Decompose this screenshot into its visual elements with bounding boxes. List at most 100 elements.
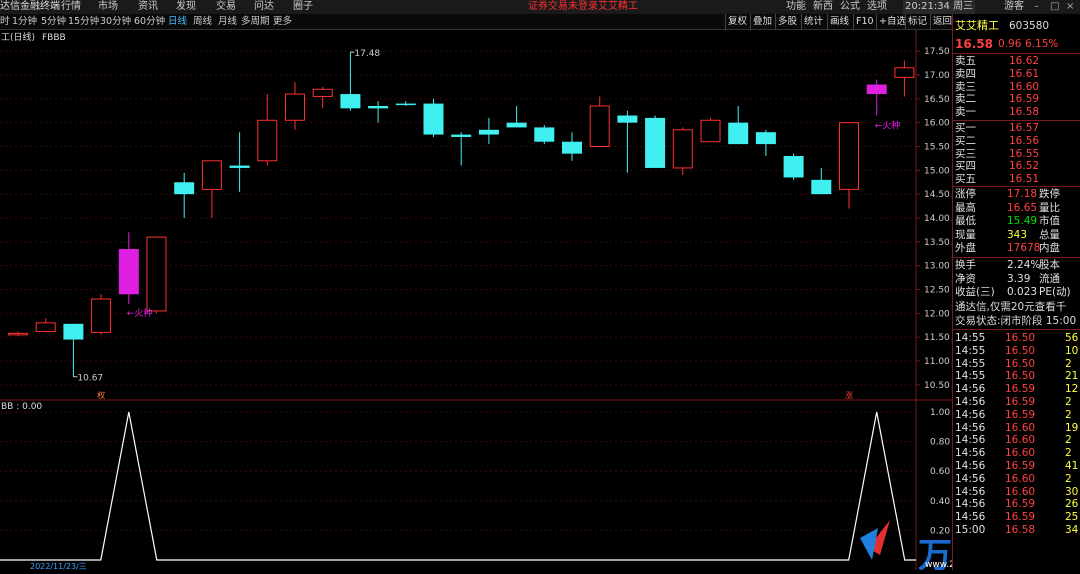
- tick-price: 16.58: [1005, 524, 1036, 536]
- menu-item-faxian[interactable]: 发现: [176, 0, 196, 14]
- candle[interactable]: [617, 110, 638, 173]
- notice-row-1[interactable]: 通达信,仅需20元查看千: [953, 301, 1080, 314]
- tick-row: 14:56 16.60 19: [953, 422, 1080, 435]
- diejia-button[interactable]: 叠加: [750, 14, 774, 30]
- period-1min[interactable]: 1分钟: [12, 14, 37, 30]
- back-button[interactable]: 返回: [930, 14, 954, 30]
- candle-body: [534, 127, 555, 142]
- tick-price: 16.60: [1005, 485, 1036, 498]
- candle[interactable]: [866, 79, 887, 116]
- period-more[interactable]: 更多: [273, 14, 292, 30]
- tick-row: 14:55 16.50 10: [953, 345, 1080, 358]
- tick-row: 14:56 16.59 41: [953, 460, 1080, 473]
- price-tick-label: 17.00: [924, 71, 950, 81]
- candle-body: [672, 129, 693, 169]
- candle[interactable]: [672, 127, 693, 176]
- candle[interactable]: [423, 98, 444, 137]
- user-label[interactable]: 游客: [1004, 0, 1024, 14]
- candle[interactable]: [118, 232, 139, 304]
- maximize-icon[interactable]: □: [1050, 0, 1059, 14]
- f10-button[interactable]: F10: [853, 14, 876, 30]
- period-monthly[interactable]: 月线: [218, 14, 237, 30]
- candles-layer: [8, 52, 915, 377]
- menu-item-gongneng[interactable]: 功能: [786, 0, 806, 14]
- tick-volume: 41: [1065, 460, 1079, 472]
- candle[interactable]: [174, 172, 195, 218]
- tongji-button[interactable]: 统计: [801, 14, 825, 30]
- candle[interactable]: [728, 105, 749, 145]
- huaxian-button[interactable]: 画线: [827, 14, 851, 30]
- menu-item-xuanxiang[interactable]: 选项: [867, 0, 887, 14]
- stat-row: 最高 16.65 量比: [953, 202, 1080, 215]
- menu-item-xinxi[interactable]: 新西: [813, 0, 833, 14]
- period-weekly[interactable]: 周线: [193, 14, 212, 30]
- candle[interactable]: [368, 101, 389, 123]
- candle-body: [451, 134, 472, 137]
- marker-quan[interactable]: 权: [97, 390, 105, 400]
- period-15min[interactable]: 15分钟: [68, 14, 99, 30]
- duogu-button[interactable]: 多股: [775, 14, 799, 30]
- tick-time: 14:55: [955, 332, 986, 344]
- candle[interactable]: [201, 160, 222, 218]
- candle-body: [257, 119, 278, 162]
- tick-price: 16.60: [1005, 472, 1036, 485]
- candle[interactable]: [562, 132, 582, 161]
- period-30min[interactable]: 30分钟: [100, 14, 131, 30]
- menu-item-quanzi[interactable]: 圈子: [293, 0, 313, 14]
- candle[interactable]: [35, 318, 56, 333]
- candle[interactable]: [783, 153, 804, 180]
- price-tick-label: 11.50: [924, 333, 950, 343]
- candle[interactable]: [229, 132, 250, 192]
- menu-item-wenda[interactable]: 问达: [254, 0, 274, 14]
- close-icon[interactable]: ×: [1066, 0, 1074, 14]
- login-notice[interactable]: 证券交易未登录: [528, 0, 598, 14]
- candle[interactable]: [700, 117, 721, 143]
- tick-price: 16.59: [1005, 498, 1036, 511]
- candle-body: [285, 93, 305, 121]
- fuquan-button[interactable]: 复权: [725, 14, 749, 30]
- period-daily[interactable]: 日线: [168, 14, 187, 30]
- candle[interactable]: [811, 167, 832, 195]
- candle[interactable]: [146, 236, 167, 314]
- ask-level-label: 卖一: [955, 106, 976, 119]
- tick-price: 16.60: [1005, 434, 1036, 447]
- candle-body: [229, 165, 250, 168]
- tick-price: 16.60: [1005, 447, 1036, 460]
- divider: [953, 120, 1080, 121]
- menu-item-zixun[interactable]: 资讯: [138, 0, 158, 14]
- candle[interactable]: [395, 101, 416, 106]
- menu-item-hangqing[interactable]: 行情: [61, 0, 81, 14]
- menu-item-shichang[interactable]: 市场: [98, 0, 118, 14]
- candle[interactable]: [8, 331, 28, 337]
- candle[interactable]: [478, 117, 499, 145]
- candle[interactable]: [755, 129, 776, 157]
- kline-chart[interactable]: 工(日线) FBBB BB : 0.00 17.50 17.00 16.50 16.0…: [0, 30, 1020, 574]
- candle[interactable]: [451, 132, 472, 166]
- candle[interactable]: [312, 86, 333, 109]
- candle[interactable]: [534, 125, 555, 145]
- tick-volume: 34: [1065, 524, 1079, 536]
- candle-body: [894, 67, 915, 78]
- candle[interactable]: [839, 122, 859, 209]
- minimize-icon[interactable]: –: [1034, 0, 1039, 14]
- tick-volume: 25: [1065, 511, 1079, 524]
- biaoji-button[interactable]: 标记: [905, 14, 929, 30]
- candle[interactable]: [589, 96, 610, 147]
- candle[interactable]: [506, 105, 527, 128]
- candle[interactable]: [645, 115, 666, 168]
- period-5min[interactable]: 5分钟: [41, 14, 66, 30]
- sub-indicator-layer: [0, 411, 916, 561]
- menu-item-gongshi[interactable]: 公式: [840, 0, 860, 14]
- period-multi[interactable]: 多周期: [241, 14, 270, 30]
- candle[interactable]: [894, 60, 915, 97]
- marker-zhang[interactable]: 涨: [845, 390, 853, 400]
- period-60min[interactable]: 60分钟: [134, 14, 165, 30]
- menu-item-jiaoyi[interactable]: 交易: [216, 0, 236, 14]
- candle[interactable]: [91, 294, 112, 335]
- tick-price: 16.59: [1005, 383, 1036, 396]
- candle[interactable]: [63, 323, 84, 377]
- stat-value: 2.24%: [1007, 259, 1041, 271]
- add-watchlist-button[interactable]: +自选: [876, 14, 908, 30]
- candle[interactable]: [340, 52, 361, 111]
- candle[interactable]: [257, 94, 278, 166]
